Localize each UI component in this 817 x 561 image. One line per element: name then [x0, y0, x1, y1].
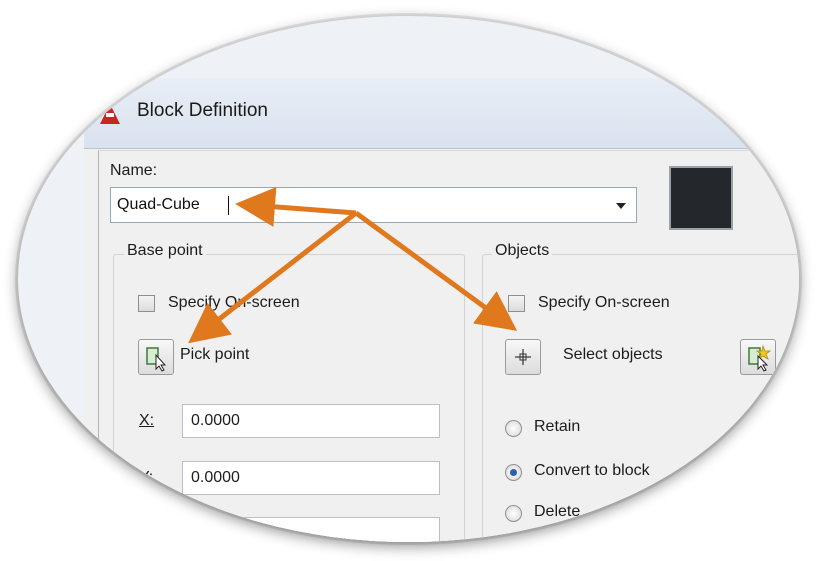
zoom-lens: Block Definition Name: Quad-Cube Base po… [18, 16, 799, 542]
annotation-arrows [188, 186, 518, 344]
arrow-to-name-field [235, 186, 357, 227]
arrow-to-select-objects [354, 210, 518, 331]
arrow-to-pick-point [188, 211, 358, 344]
